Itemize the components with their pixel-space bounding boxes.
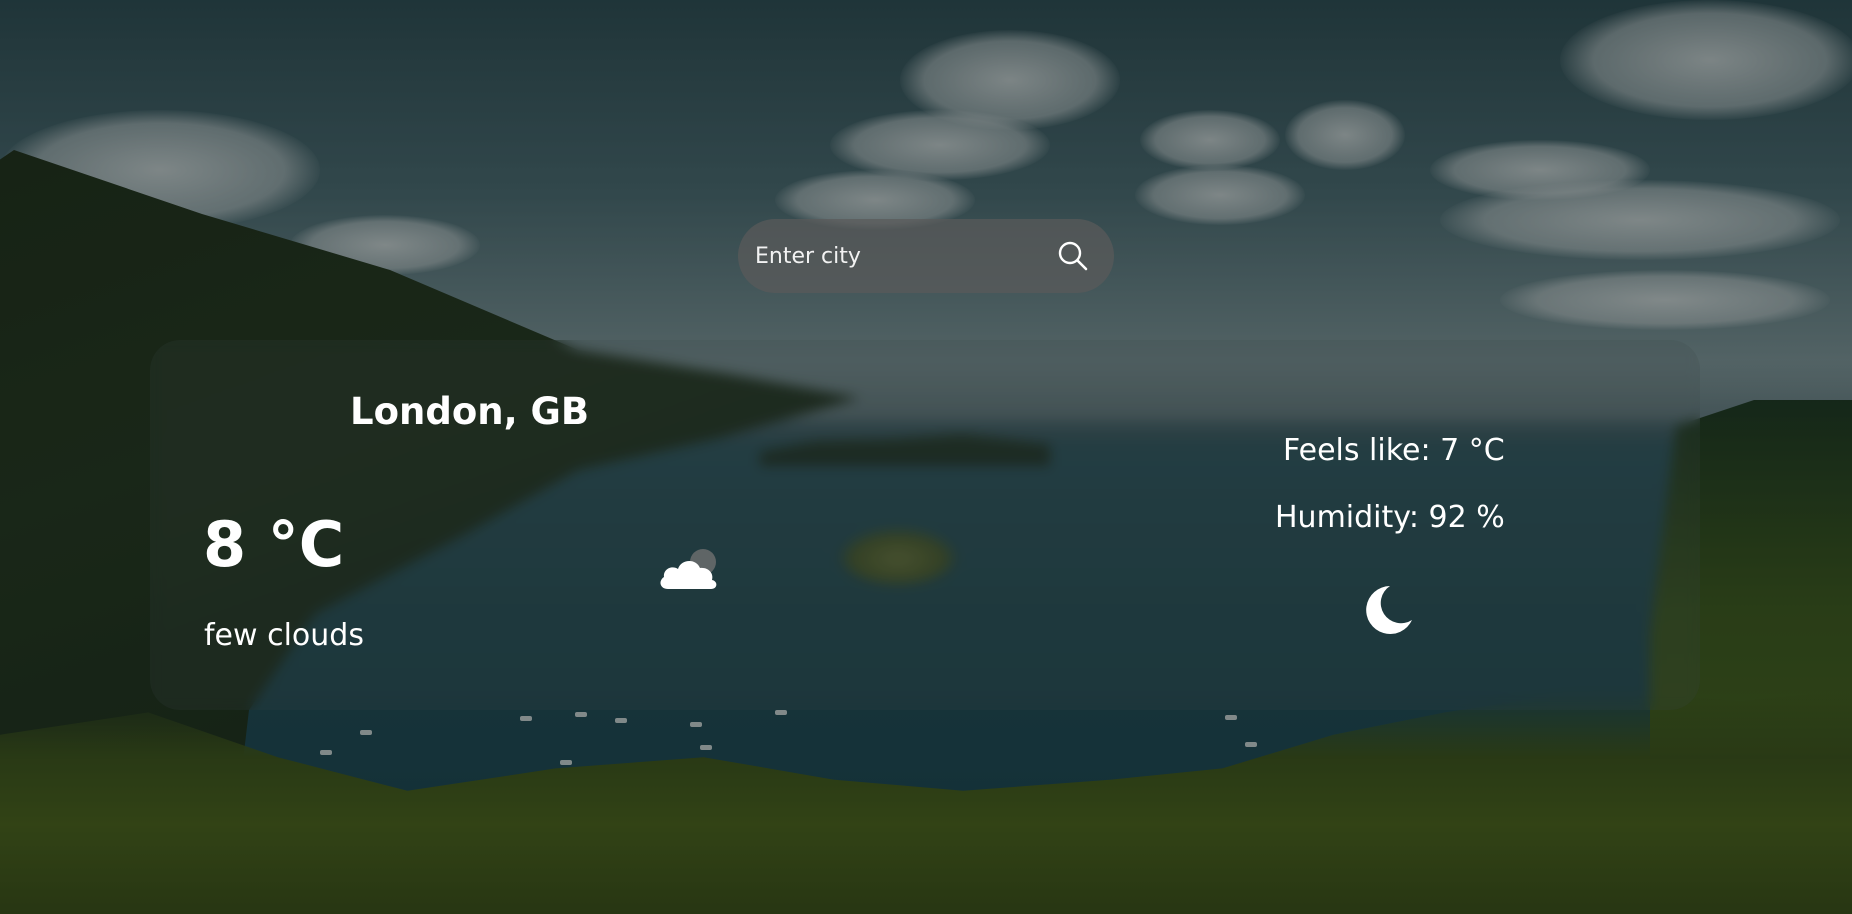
humidity: Humidity: 92 % [1275, 500, 1505, 535]
location-name: London, GB [350, 390, 590, 433]
moon-icon [1366, 586, 1412, 634]
temperature: 8 °C [203, 508, 345, 581]
search-button[interactable] [1054, 237, 1092, 275]
weather-description: few clouds [204, 618, 364, 653]
city-search-input[interactable] [755, 236, 1054, 276]
search-icon [1058, 241, 1088, 271]
feels-like: Feels like: 7 °C [1283, 433, 1505, 468]
cloud-icon [660, 549, 717, 589]
search-bar [738, 219, 1114, 293]
weather-app: London, GB 8 °C few clouds Feels like: 7… [0, 0, 1852, 914]
